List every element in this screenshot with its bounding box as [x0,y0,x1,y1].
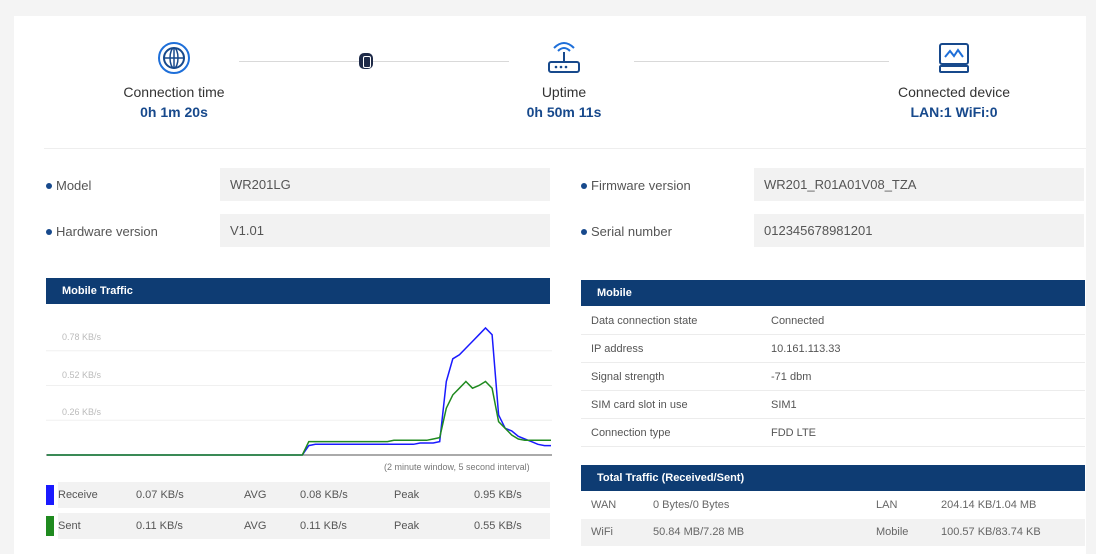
connected-device-label: Connected device [897,84,1011,100]
sim-icon [359,53,373,69]
receive-avg-label: AVG [244,489,267,501]
bullet-icon [46,182,52,189]
traffic-chart [46,326,552,456]
firmware-version-value: WR201_R01A01V08_TZA [754,168,1084,201]
mobile-header: Mobile [581,280,1085,306]
divider [44,148,1086,149]
table-row: Signal strength -71 dbm [581,363,1085,391]
bullet-icon [46,228,52,235]
serial-number-label: Serial number [581,224,672,239]
chart-window-note: (2 minute window, 5 second interval) [384,462,530,472]
connection-time-value: 0h 1m 20s [140,104,208,120]
connection-time-label: Connection time [123,84,225,100]
row-value: 204.14 KB/1.04 MB [941,499,1037,511]
series-line-receive [47,326,551,456]
uptime-label: Uptime [541,84,587,100]
row-key: Mobile [876,526,909,538]
monitor-icon [854,36,1054,76]
status-connector-line [634,61,889,62]
router-icon [464,36,664,76]
row-key: Signal strength [591,371,665,383]
receive-peak: 0.95 KB/s [444,482,550,508]
row-value: Connected [771,315,825,327]
row-key: Data connection state [591,315,698,327]
connected-device-stat: Connected device LAN:1 WiFi:0 [854,36,1054,120]
serial-number-value: 012345678981201 [754,214,1084,247]
row-key: WAN [591,499,617,511]
row-value: FDD LTE [771,427,817,439]
row-value: -71 dbm [771,371,812,383]
receive-current: 0.07 KB/s [106,482,216,508]
model-value: WR201LG [220,168,550,201]
sent-legend-swatch [46,516,54,536]
row-value: 10.161.113.33 [771,343,841,355]
uptime-value: 0h 50m 11s [526,104,602,120]
bullet-icon [581,182,587,189]
sent-avg-label: AVG [244,520,267,532]
row-value: 50.84 MB/7.28 MB [653,526,745,538]
sent-current: 0.11 KB/s [106,513,216,539]
mobile-table: Data connection state Connected IP address… [581,307,1085,447]
dashboard-card: Connection time 0h 1m 20s Uptime 0h 50m … [14,16,1086,554]
row-key: IP address [591,343,644,355]
sent-peak: 0.55 KB/s [444,513,550,539]
receive-legend-swatch [46,485,54,505]
mobile-traffic-header: Mobile Traffic [46,278,550,304]
sent-peak-label: Peak [394,520,420,532]
receive-avg: 0.08 KB/s [282,482,372,508]
row-key: Connection type [591,427,671,439]
y-tick-label: 0.78 KB/s [62,332,102,342]
row-key: SIM card slot in use [591,399,688,411]
row-key: LAN [876,499,898,511]
row-key: WiFi [591,526,613,538]
globe-icon [74,36,274,76]
y-tick-label: 0.52 KB/s [62,370,102,380]
receive-peak-label: Peak [394,489,420,501]
connected-device-value: LAN:1 WiFi:0 [910,104,998,120]
hardware-version-value: V1.01 [220,214,550,247]
bullet-icon [581,228,587,235]
table-row: WAN 0 Bytes/0 Bytes LAN 204.14 KB/1.04 MB [581,492,1085,519]
total-traffic-table: WAN 0 Bytes/0 Bytes LAN 204.14 KB/1.04 MB Wi… [581,492,1085,546]
row-value: 0 Bytes/0 Bytes [653,499,730,511]
hardware-version-label: Hardware version [46,224,158,239]
y-tick-label: 0.26 KB/s [62,407,102,417]
row-value: 100.57 KB/83.74 KB [941,526,1041,538]
firmware-version-label: Firmware version [581,178,691,193]
table-row: Data connection state Connected [581,307,1085,335]
sent-avg: 0.11 KB/s [282,513,372,539]
table-row: Connection type FDD LTE [581,419,1085,447]
table-row: WiFi 50.84 MB/7.28 MB Mobile 100.57 KB/83.7… [581,519,1085,546]
model-label: Model [46,178,91,193]
series-line-sent [47,380,551,456]
table-row: SIM card slot in use SIM1 [581,391,1085,419]
row-value: SIM1 [771,399,797,411]
uptime-stat: Uptime 0h 50m 11s [464,36,664,120]
connection-time-stat: Connection time 0h 1m 20s [74,36,274,120]
total-traffic-header: Total Traffic (Received/Sent) [581,465,1085,491]
table-row: IP address 10.161.113.33 [581,335,1085,363]
